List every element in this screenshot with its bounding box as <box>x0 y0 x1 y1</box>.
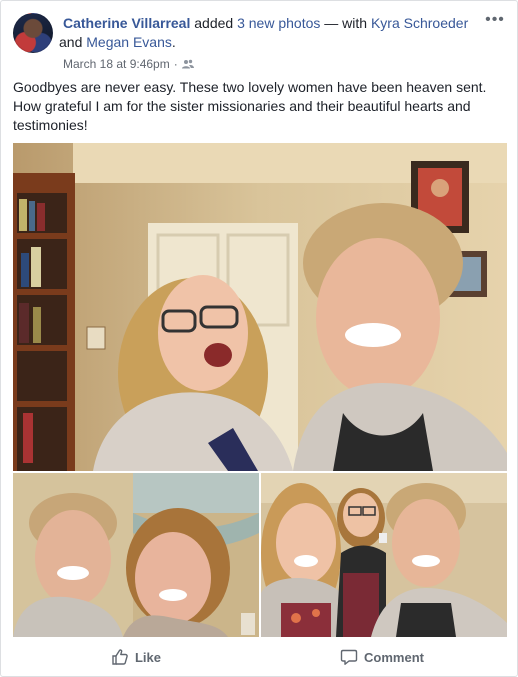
post-actions: Like Comment <box>13 641 505 673</box>
photo-main[interactable] <box>13 143 507 471</box>
post-timestamp[interactable]: March 18 at 9:46pm <box>63 57 170 71</box>
photo-bottom-right-image <box>261 473 507 637</box>
and-text: and <box>59 34 87 50</box>
with-text: — with <box>320 15 371 31</box>
comment-icon <box>340 648 358 666</box>
separator-dot: · <box>173 57 178 71</box>
photos-link[interactable]: 3 new photos <box>237 15 320 31</box>
comment-label: Comment <box>364 649 424 665</box>
author-avatar[interactable] <box>13 13 53 53</box>
friends-icon[interactable] <box>181 59 194 69</box>
action-text: added <box>190 15 238 31</box>
ellipsis-icon: ••• <box>485 11 505 28</box>
thumbs-up-icon <box>111 648 129 666</box>
comment-button[interactable]: Comment <box>259 641 505 673</box>
post-meta: March 18 at 9:46pm · <box>63 57 194 71</box>
photo-bottom-left-image <box>13 473 259 637</box>
photo-bottom-left[interactable] <box>13 473 259 637</box>
tagged-user-link-2[interactable]: Megan Evans <box>86 34 172 50</box>
photo-main-image <box>13 143 507 471</box>
tagged-user-link-1[interactable]: Kyra Schroeder <box>371 15 468 31</box>
like-button[interactable]: Like <box>13 641 259 673</box>
photo-bottom-right[interactable] <box>261 473 507 637</box>
period-text: . <box>171 34 176 50</box>
author-name-link[interactable]: Catherine Villarreal <box>63 15 190 31</box>
feed-post: Catherine Villarreal added 3 new photos … <box>0 0 518 677</box>
post-headline: Catherine Villarreal added 3 new photos … <box>59 14 483 52</box>
post-header: Catherine Villarreal added 3 new photos … <box>13 11 505 73</box>
more-options-button[interactable]: ••• <box>485 11 505 33</box>
post-message: Goodbyes are never easy. These two lovel… <box>13 79 487 133</box>
like-label: Like <box>134 649 161 665</box>
